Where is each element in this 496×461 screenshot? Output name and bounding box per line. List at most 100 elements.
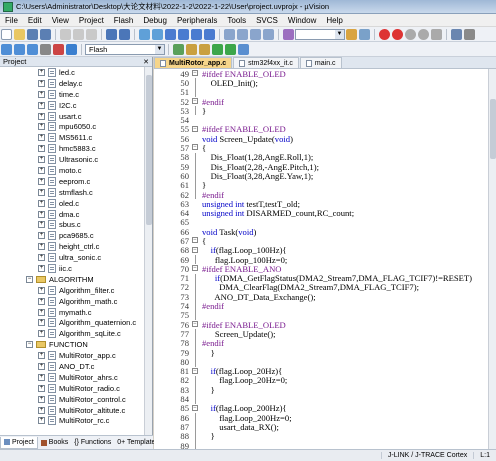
uncomment-icon[interactable] (263, 28, 274, 40)
code-line[interactable]: 74 #endif (154, 301, 488, 311)
code-line[interactable]: 69 flag.Loop_100Hz=0; (154, 255, 488, 265)
expand-icon[interactable]: + (38, 297, 45, 305)
menu-peripherals[interactable]: Peripherals (172, 16, 222, 25)
navigate-forward-icon[interactable] (152, 28, 163, 40)
tree-file[interactable]: + mpu6050.c (0, 121, 145, 132)
code-line[interactable]: 75 (154, 310, 488, 320)
code-line[interactable]: 56 void Screen_Update(void) (154, 134, 488, 144)
clear-breakpoints-icon[interactable] (418, 28, 429, 40)
tree-file[interactable]: + pca9685.c (0, 230, 145, 241)
code-line[interactable]: 55− #ifdef ENABLE_OLED (154, 124, 488, 134)
expand-icon[interactable]: + (38, 188, 45, 196)
expand-icon[interactable]: + (38, 395, 45, 403)
expand-icon[interactable]: + (38, 134, 45, 142)
menu-help[interactable]: Help (321, 16, 347, 25)
tree-file[interactable]: + ultra_sonic.c (0, 252, 145, 263)
code-line[interactable]: 57−{ (154, 143, 488, 153)
undo-icon[interactable] (106, 28, 117, 40)
editor-tab[interactable]: stm32f4xx_it.c (233, 57, 299, 68)
build-icon[interactable] (14, 43, 25, 55)
save-icon[interactable] (27, 28, 38, 40)
tree-file[interactable]: + delay.c (0, 78, 145, 89)
expand-icon[interactable]: + (38, 79, 45, 87)
tree-file[interactable]: + MultiRotor_control.c (0, 394, 145, 405)
chevron-down-icon[interactable]: ▼ (335, 29, 344, 39)
expand-icon[interactable]: + (38, 177, 45, 185)
expand-icon[interactable]: + (38, 417, 45, 425)
tree-file[interactable]: + MultiRotor_rc.c (0, 416, 145, 427)
file-extensions-icon[interactable] (186, 43, 197, 55)
expand-icon[interactable]: + (38, 90, 45, 98)
tree-file[interactable]: + led.c (0, 67, 145, 78)
window-layout-icon[interactable] (451, 28, 462, 40)
expand-icon[interactable]: + (38, 232, 45, 240)
batch-build-icon[interactable] (40, 43, 51, 55)
disable-breakpoint-icon[interactable] (405, 28, 416, 40)
pack-installer-icon[interactable] (212, 43, 223, 55)
menu-flash[interactable]: Flash (109, 16, 139, 25)
redo-icon[interactable] (119, 28, 130, 40)
code-line[interactable]: 72 DMA_ClearFlag(DMA2_Stream7,DMA_FLAG_T… (154, 282, 488, 292)
code-line[interactable]: 77 Screen_Update(); (154, 329, 488, 339)
code-line[interactable]: 81− if(flag.Loop_20Hz){ (154, 366, 488, 376)
tree-file[interactable]: + dma.c (0, 209, 145, 220)
menu-tools[interactable]: Tools (222, 16, 251, 25)
fold-collapse-icon[interactable]: − (192, 367, 198, 374)
code-view[interactable]: 49− #ifdef ENABLE_OLED 50 OLED_Init(); 51 52… (154, 69, 488, 449)
code-line[interactable]: 66 void Task(void) (154, 227, 488, 237)
expand-icon[interactable]: + (38, 210, 45, 218)
tree-file[interactable]: + MultiRotor_altitute.c (0, 405, 145, 416)
code-line[interactable]: 70− #ifdef ENABLE_ANO (154, 264, 488, 274)
tree-file[interactable]: + height_ctrl.c (0, 241, 145, 252)
bookmark-icon[interactable] (165, 28, 176, 40)
breakpoint-icon[interactable] (392, 28, 403, 40)
code-line[interactable]: 65 (154, 217, 488, 227)
expand-icon[interactable]: + (38, 254, 45, 262)
code-line[interactable]: 51 (154, 87, 488, 97)
expand-icon[interactable]: + (38, 145, 45, 153)
kill-breakpoints-icon[interactable] (431, 28, 442, 40)
fold-collapse-icon[interactable]: − (192, 246, 198, 253)
editor-scrollbar[interactable] (488, 69, 496, 449)
unindent-icon[interactable] (237, 28, 248, 40)
expand-icon[interactable]: + (38, 243, 45, 251)
code-line[interactable]: 76− #ifdef ENABLE_OLED (154, 320, 488, 330)
code-line[interactable]: 84 (154, 394, 488, 404)
fold-collapse-icon[interactable]: − (192, 265, 198, 272)
tree-file[interactable]: + oled.c (0, 198, 145, 209)
code-line[interactable]: 49− #ifdef ENABLE_OLED (154, 69, 488, 79)
new-file-icon[interactable] (1, 28, 12, 40)
tree-file[interactable]: + usart.c (0, 111, 145, 122)
expand-icon[interactable]: + (38, 101, 45, 109)
save-all-icon[interactable] (40, 28, 51, 40)
code-line[interactable]: 58 Dis_Float(1,28,AngE.Roll,1); (154, 152, 488, 162)
code-line[interactable]: 73 ANO_DT_Data_Exchange(); (154, 292, 488, 302)
code-line[interactable]: 71 if(DMA_GetFlagStatus(DMA2_Stream7,DMA… (154, 273, 488, 283)
indent-icon[interactable] (224, 28, 235, 40)
expand-icon[interactable]: + (38, 123, 45, 131)
code-line[interactable]: 83 } (154, 385, 488, 395)
fold-collapse-icon[interactable]: − (192, 404, 198, 411)
tree-file[interactable]: + Ultrasonic.c (0, 154, 145, 165)
select-device-icon[interactable] (238, 43, 249, 55)
expand-icon[interactable]: + (38, 112, 45, 120)
code-line[interactable]: 67−{ (154, 236, 488, 246)
tree-folder[interactable]: − FUNCTION (0, 339, 145, 350)
find-combo[interactable]: ▼ (295, 28, 345, 40)
code-line[interactable]: 87 usart_data_RX(); (154, 422, 488, 432)
code-line[interactable]: 61} (154, 180, 488, 190)
code-line[interactable]: 52− #endif (154, 97, 488, 107)
tab-functions[interactable]: {} Functions (71, 437, 114, 449)
tree-file[interactable]: + Algorithm_filter.c (0, 285, 145, 296)
expand-icon[interactable]: + (38, 330, 45, 338)
rte-icon[interactable] (225, 43, 236, 55)
code-line[interactable]: 68− if(flag.Loop_100Hz){ (154, 245, 488, 255)
expand-icon[interactable]: + (38, 199, 45, 207)
tree-file[interactable]: + time.c (0, 89, 145, 100)
download-icon[interactable] (66, 43, 77, 55)
collapse-icon[interactable]: − (26, 275, 33, 283)
expand-icon[interactable]: + (38, 166, 45, 174)
find-icon[interactable] (346, 28, 357, 40)
open-file-icon[interactable] (14, 28, 25, 40)
translate-icon[interactable] (1, 43, 12, 55)
